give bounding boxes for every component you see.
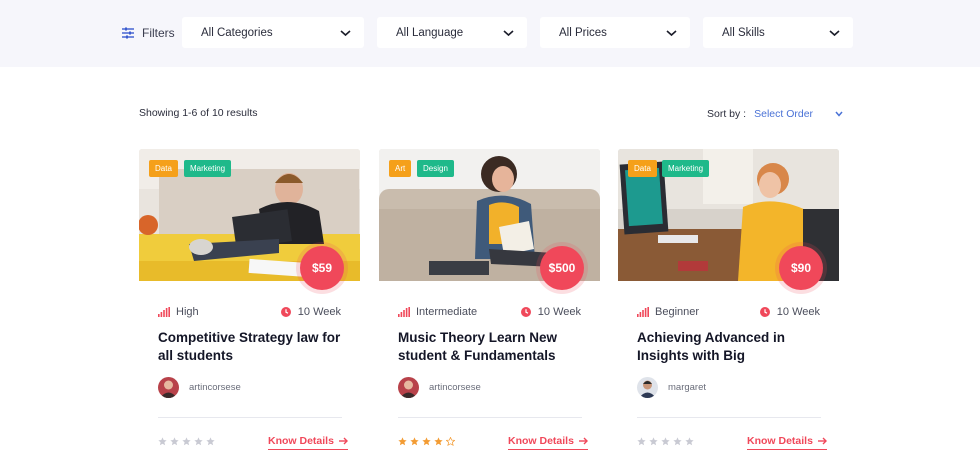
categories-dropdown[interactable]: All Categories	[182, 17, 364, 48]
know-details-link[interactable]: Know Details	[747, 435, 827, 450]
course-level: Intermediate	[416, 306, 478, 318]
sort-select-value: Select Order	[754, 108, 814, 120]
filters-label: Filters	[142, 26, 175, 40]
prices-dropdown-value: All Prices	[559, 26, 607, 39]
price-badge: $59	[300, 246, 344, 290]
signal-bars-icon	[398, 307, 410, 317]
chevron-down-icon	[829, 29, 840, 36]
rating-stars	[637, 437, 694, 446]
course-meta: High 10 Week	[158, 306, 341, 318]
avatar	[637, 377, 658, 398]
category-tag[interactable]: Data	[628, 160, 657, 177]
skills-dropdown[interactable]: All Skills	[703, 17, 853, 48]
chevron-down-icon	[835, 111, 843, 117]
price-badge: $90	[779, 246, 823, 290]
prices-dropdown[interactable]: All Prices	[540, 17, 690, 48]
star-icon	[182, 437, 191, 446]
chevron-down-icon	[666, 29, 677, 36]
skills-dropdown-value: All Skills	[722, 26, 765, 39]
star-icon	[194, 437, 203, 446]
clock-icon	[280, 307, 291, 317]
sliders-icon	[122, 27, 134, 39]
sort-label: Sort by :	[707, 108, 747, 120]
language-dropdown[interactable]: All Language	[377, 17, 527, 48]
rating-stars	[398, 437, 455, 446]
course-card[interactable]: Art Design $500 Intermediate 10 Week Mus…	[379, 149, 600, 471]
category-tag[interactable]: Marketing	[184, 160, 232, 177]
course-title[interactable]: Music Theory Learn New student & Fundame…	[398, 329, 588, 365]
category-tag[interactable]: Data	[149, 160, 178, 177]
signal-bars-icon	[158, 307, 170, 317]
avatar	[398, 377, 419, 398]
star-icon	[446, 437, 455, 446]
course-card[interactable]: Data Marketing $90 Beginner 10 Week Achi…	[618, 149, 839, 471]
star-icon	[158, 437, 167, 446]
categories-dropdown-value: All Categories	[201, 26, 273, 39]
star-icon	[410, 437, 419, 446]
category-tag[interactable]: Design	[417, 160, 454, 177]
course-card[interactable]: Data Marketing $59 High 10 Week Competit…	[139, 149, 360, 471]
course-title[interactable]: Competitive Strategy law for all student…	[158, 329, 348, 365]
category-tag[interactable]: Art	[389, 160, 412, 177]
star-icon	[649, 437, 658, 446]
star-icon	[434, 437, 443, 446]
know-details-label: Know Details	[747, 435, 813, 447]
filter-bar: Filters All Categories All Language All …	[0, 0, 980, 67]
star-icon	[673, 437, 682, 446]
course-title[interactable]: Achieving Advanced in Insights with Big	[637, 329, 827, 365]
signal-bars-icon	[637, 307, 649, 317]
clock-icon	[759, 307, 770, 317]
course-author[interactable]: margaret	[637, 377, 706, 398]
course-level: Beginner	[655, 306, 700, 318]
course-level: High	[176, 306, 199, 318]
know-details-link[interactable]: Know Details	[268, 435, 348, 450]
star-icon	[685, 437, 694, 446]
author-name: margaret	[668, 382, 707, 393]
chevron-down-icon	[503, 29, 514, 36]
arrow-right-icon	[817, 437, 827, 445]
arrow-right-icon	[338, 437, 348, 445]
clock-icon	[520, 307, 531, 317]
author-name: artincorsese	[429, 382, 481, 393]
course-meta: Intermediate 10 Week	[398, 306, 581, 318]
course-author[interactable]: artincorsese	[158, 377, 241, 398]
know-details-label: Know Details	[508, 435, 574, 447]
course-duration: 10 Week	[297, 306, 341, 318]
filters-toggle[interactable]: Filters	[122, 24, 175, 42]
star-icon	[661, 437, 670, 446]
star-icon	[170, 437, 179, 446]
results-count: Showing 1-6 of 10 results	[139, 107, 258, 119]
divider	[398, 417, 582, 418]
course-duration: 10 Week	[537, 306, 581, 318]
price-badge: $500	[540, 246, 584, 290]
course-meta: Beginner 10 Week	[637, 306, 820, 318]
category-tag[interactable]: Marketing	[662, 160, 710, 177]
course-duration: 10 Week	[776, 306, 820, 318]
divider	[158, 417, 342, 418]
author-name: artincorsese	[189, 382, 241, 393]
star-icon	[422, 437, 431, 446]
sort-control: Sort by : Select Order	[707, 108, 843, 120]
language-dropdown-value: All Language	[396, 26, 464, 39]
know-details-label: Know Details	[268, 435, 334, 447]
course-author[interactable]: artincorsese	[398, 377, 481, 398]
know-details-link[interactable]: Know Details	[508, 435, 588, 450]
sort-select[interactable]: Select Order	[754, 108, 843, 120]
avatar	[158, 377, 179, 398]
star-icon	[637, 437, 646, 446]
divider	[637, 417, 821, 418]
chevron-down-icon	[340, 29, 351, 36]
arrow-right-icon	[578, 437, 588, 445]
star-icon	[206, 437, 215, 446]
rating-stars	[158, 437, 215, 446]
star-icon	[398, 437, 407, 446]
